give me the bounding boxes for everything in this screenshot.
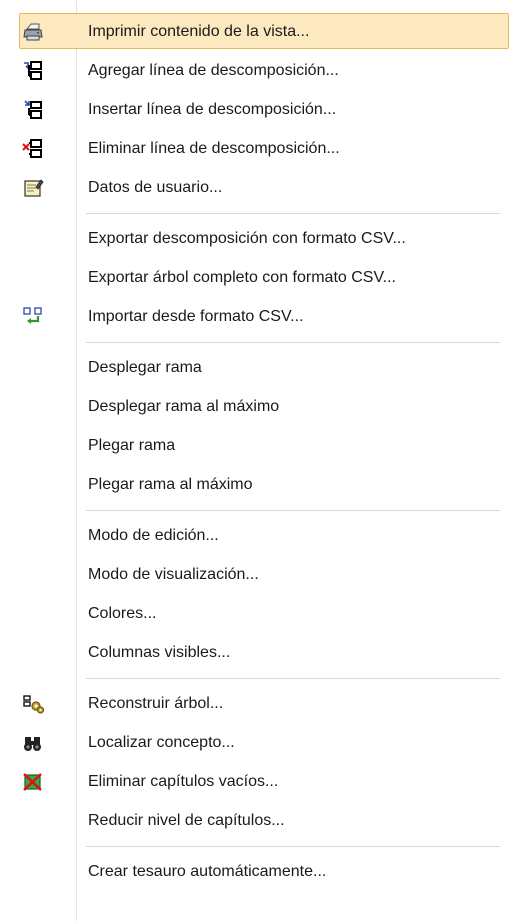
menu-separator — [0, 504, 509, 516]
menu-item-label: Agregar línea de descomposición... — [88, 62, 339, 79]
menu-item-label: Modo de edición... — [88, 527, 219, 544]
menu-item-label: Colores... — [88, 605, 157, 622]
menu-item-edit-mode[interactable]: Modo de edición... — [0, 516, 509, 555]
menu-item-print-view[interactable]: Imprimir contenido de la vista... — [0, 12, 509, 51]
menu-item-label: Plegar rama al máximo — [88, 476, 253, 493]
menu-item-label: Eliminar capítulos vacíos... — [88, 773, 279, 790]
menu-item-delete-line[interactable]: Eliminar línea de descomposición... — [0, 129, 509, 168]
menu-separator — [0, 840, 509, 852]
menu-item-label: Desplegar rama — [88, 359, 202, 376]
menu-item-collapse-branch[interactable]: Plegar rama — [0, 426, 509, 465]
menu-item-label: Eliminar línea de descomposición... — [88, 140, 340, 157]
menu-separator — [0, 207, 509, 219]
menu-item-export-full-tree-csv[interactable]: Exportar árbol completo con formato CSV.… — [0, 258, 509, 297]
menu-item-reduce-chapter-level[interactable]: Reducir nivel de capítulos... — [0, 801, 509, 840]
context-menu: Imprimir contenido de la vista... Agrega… — [0, 0, 509, 921]
menu-separator — [0, 672, 509, 684]
add-line-icon — [22, 60, 44, 82]
menu-item-create-thesaurus[interactable]: Crear tesauro automáticamente... — [0, 852, 509, 891]
menu-separator — [0, 336, 509, 348]
menu-item-export-decomposition-csv[interactable]: Exportar descomposición con formato CSV.… — [0, 219, 509, 258]
binoculars-icon — [22, 732, 44, 754]
menu-items: Imprimir contenido de la vista... Agrega… — [0, 12, 509, 891]
menu-item-colors[interactable]: Colores... — [0, 594, 509, 633]
menu-item-label: Crear tesauro automáticamente... — [88, 863, 327, 880]
menu-item-locate-concept[interactable]: Localizar concepto... — [0, 723, 509, 762]
menu-item-view-mode[interactable]: Modo de visualización... — [0, 555, 509, 594]
import-csv-icon — [22, 306, 44, 328]
menu-item-label: Columnas visibles... — [88, 644, 231, 661]
menu-item-expand-branch-max[interactable]: Desplegar rama al máximo — [0, 387, 509, 426]
menu-item-label: Imprimir contenido de la vista... — [88, 23, 310, 40]
menu-item-delete-empty-chapters[interactable]: Eliminar capítulos vacíos... — [0, 762, 509, 801]
delete-empty-chapters-icon — [22, 771, 44, 793]
menu-item-rebuild-tree[interactable]: Reconstruir árbol... — [0, 684, 509, 723]
menu-item-label: Desplegar rama al máximo — [88, 398, 280, 415]
menu-item-visible-columns[interactable]: Columnas visibles... — [0, 633, 509, 672]
rebuild-tree-icon — [22, 693, 45, 715]
menu-item-label: Reducir nivel de capítulos... — [88, 812, 285, 829]
user-data-icon — [22, 177, 44, 199]
menu-item-user-data[interactable]: Datos de usuario... — [0, 168, 509, 207]
menu-item-label: Modo de visualización... — [88, 566, 259, 583]
menu-item-label: Localizar concepto... — [88, 734, 235, 751]
menu-item-label: Exportar árbol completo con formato CSV.… — [88, 269, 396, 286]
menu-item-collapse-branch-max[interactable]: Plegar rama al máximo — [0, 465, 509, 504]
menu-item-import-csv[interactable]: Importar desde formato CSV... — [0, 297, 509, 336]
menu-item-label: Plegar rama — [88, 437, 176, 454]
delete-line-icon — [22, 138, 44, 160]
insert-line-icon — [22, 99, 44, 121]
menu-item-label: Insertar línea de descomposición... — [88, 101, 337, 118]
menu-item-expand-branch[interactable]: Desplegar rama — [0, 348, 509, 387]
printer-icon — [22, 21, 44, 43]
menu-item-label: Importar desde formato CSV... — [88, 308, 304, 325]
menu-item-label: Reconstruir árbol... — [88, 695, 224, 712]
menu-item-insert-line[interactable]: Insertar línea de descomposición... — [0, 90, 509, 129]
menu-item-add-line[interactable]: Agregar línea de descomposición... — [0, 51, 509, 90]
menu-item-label: Exportar descomposición con formato CSV.… — [88, 230, 406, 247]
menu-item-label: Datos de usuario... — [88, 179, 223, 196]
